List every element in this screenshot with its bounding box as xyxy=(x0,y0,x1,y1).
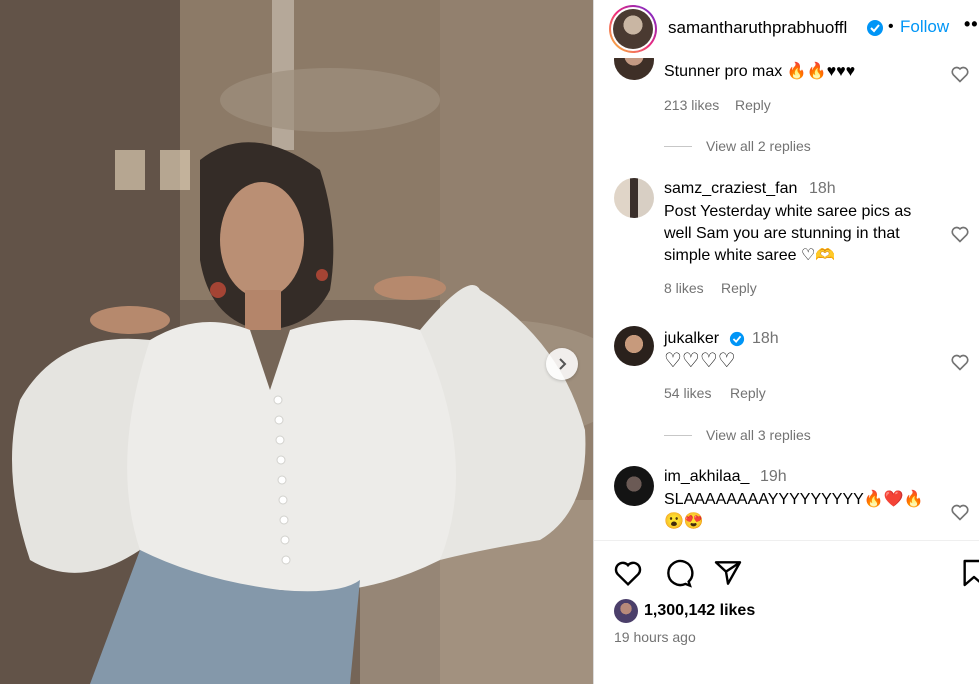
post-media[interactable] xyxy=(0,0,593,684)
comment-text-line2: 😮😍 xyxy=(664,513,704,530)
comment-text: Post Yesterday white saree pics as well … xyxy=(664,203,912,264)
comment-likes[interactable]: 213 likes xyxy=(664,97,719,113)
post-sidebar: samantharuthprabhuoffl • Follow ••• Stun… xyxy=(593,0,979,684)
avatar[interactable] xyxy=(614,326,654,366)
post-actions: 1,300,142 likes 19 hours ago xyxy=(594,540,979,684)
reply-button[interactable]: Reply xyxy=(730,385,766,401)
comment-username[interactable]: jukalker xyxy=(664,330,719,348)
follow-button[interactable]: Follow xyxy=(900,17,949,37)
comment-username[interactable]: im_akhilaa_ xyxy=(664,468,749,486)
comment-text: ♡♡♡♡ xyxy=(664,350,736,372)
separator-dot: • xyxy=(888,18,894,35)
heart-icon[interactable] xyxy=(950,64,970,84)
verified-icon xyxy=(867,20,883,36)
author-username[interactable]: samantharuthprabhuoffl xyxy=(668,18,847,38)
avatar[interactable] xyxy=(614,58,654,80)
comment-time: 18h xyxy=(752,330,779,347)
more-options-button[interactable]: ••• xyxy=(964,14,979,35)
post-photo xyxy=(0,0,593,684)
likes-count[interactable]: 1,300,142 likes xyxy=(644,602,755,620)
reply-button[interactable]: Reply xyxy=(721,280,757,296)
heart-icon[interactable] xyxy=(612,557,644,589)
comments-list[interactable]: Stunner pro max 🔥🔥♥♥♥ 213 likes Reply Vi… xyxy=(594,58,979,540)
comment-username[interactable]: samz_craziest_fan xyxy=(664,180,797,198)
chevron-right-icon xyxy=(559,358,567,370)
likes-summary[interactable]: 1,300,142 likes xyxy=(614,599,755,623)
verified-icon xyxy=(729,331,745,347)
post-timestamp[interactable]: 19 hours ago xyxy=(614,629,696,645)
comment-text: SLAAAAAAAAYYYYYYYYY🔥❤️🔥 xyxy=(664,491,924,508)
comment-icon[interactable] xyxy=(662,557,694,589)
author-avatar[interactable] xyxy=(609,5,657,53)
reply-button[interactable]: Reply xyxy=(735,97,771,113)
post-header: samantharuthprabhuoffl • Follow ••• xyxy=(594,0,979,58)
heart-icon[interactable] xyxy=(950,352,970,372)
comment-time: 18h xyxy=(809,180,836,197)
heart-icon[interactable] xyxy=(950,224,970,244)
comment-text: Stunner pro max 🔥🔥♥♥♥ xyxy=(664,63,856,80)
heart-icon[interactable] xyxy=(950,502,970,522)
avatar[interactable] xyxy=(614,466,654,506)
share-icon[interactable] xyxy=(712,557,744,589)
view-replies-button[interactable]: View all 3 replies xyxy=(664,427,811,443)
avatar xyxy=(614,599,638,623)
view-replies-button[interactable]: View all 2 replies xyxy=(664,138,811,154)
comment-likes[interactable]: 8 likes xyxy=(664,280,704,296)
avatar[interactable] xyxy=(614,178,654,218)
comment-time: 19h xyxy=(760,468,787,485)
bookmark-icon[interactable] xyxy=(958,557,979,589)
comment-likes[interactable]: 54 likes xyxy=(664,385,711,401)
next-slide-button[interactable] xyxy=(546,348,578,380)
